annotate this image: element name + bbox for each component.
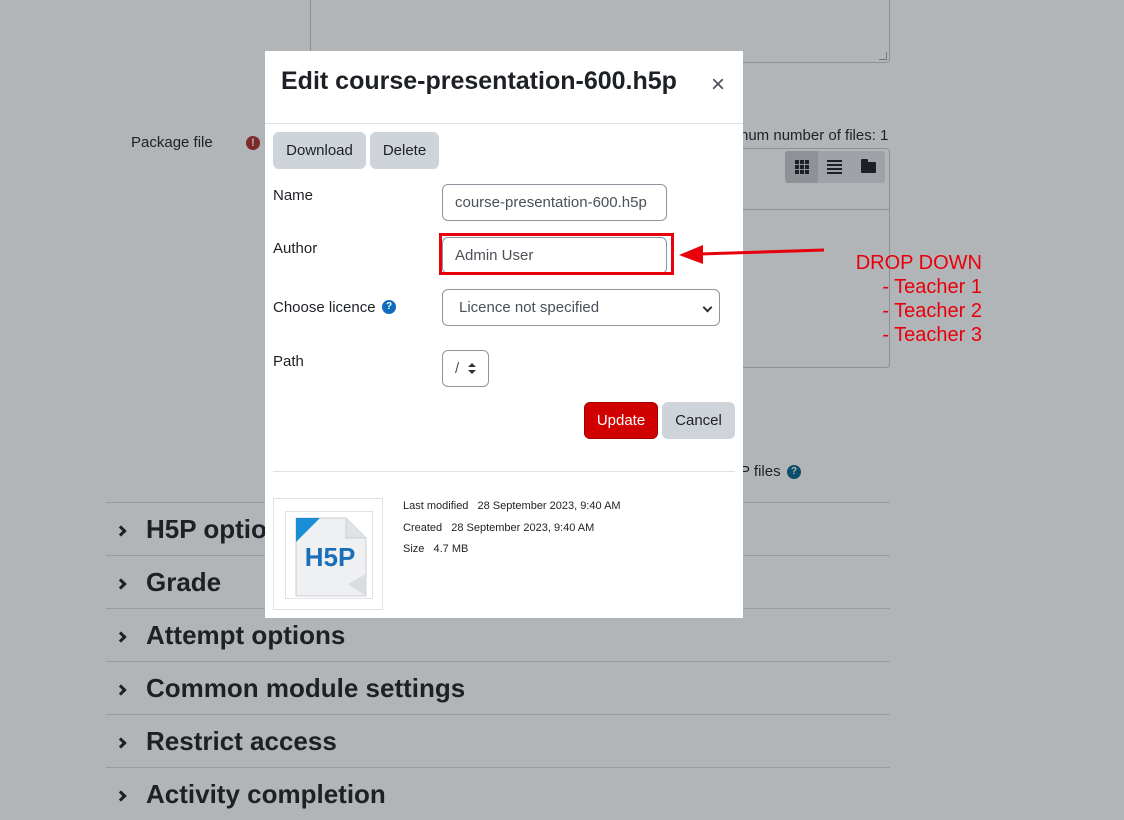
annotation-line: - Teacher 1	[882, 276, 982, 298]
annotation-line: - Teacher 3	[882, 324, 982, 346]
annotation-note: DROP DOWN - Teacher 1 - Teacher 2 - Teac…	[800, 251, 982, 347]
annotation-line: - Teacher 2	[882, 300, 982, 322]
annotation-line: DROP DOWN	[855, 252, 982, 274]
annotation-arrow-icon	[679, 245, 825, 264]
